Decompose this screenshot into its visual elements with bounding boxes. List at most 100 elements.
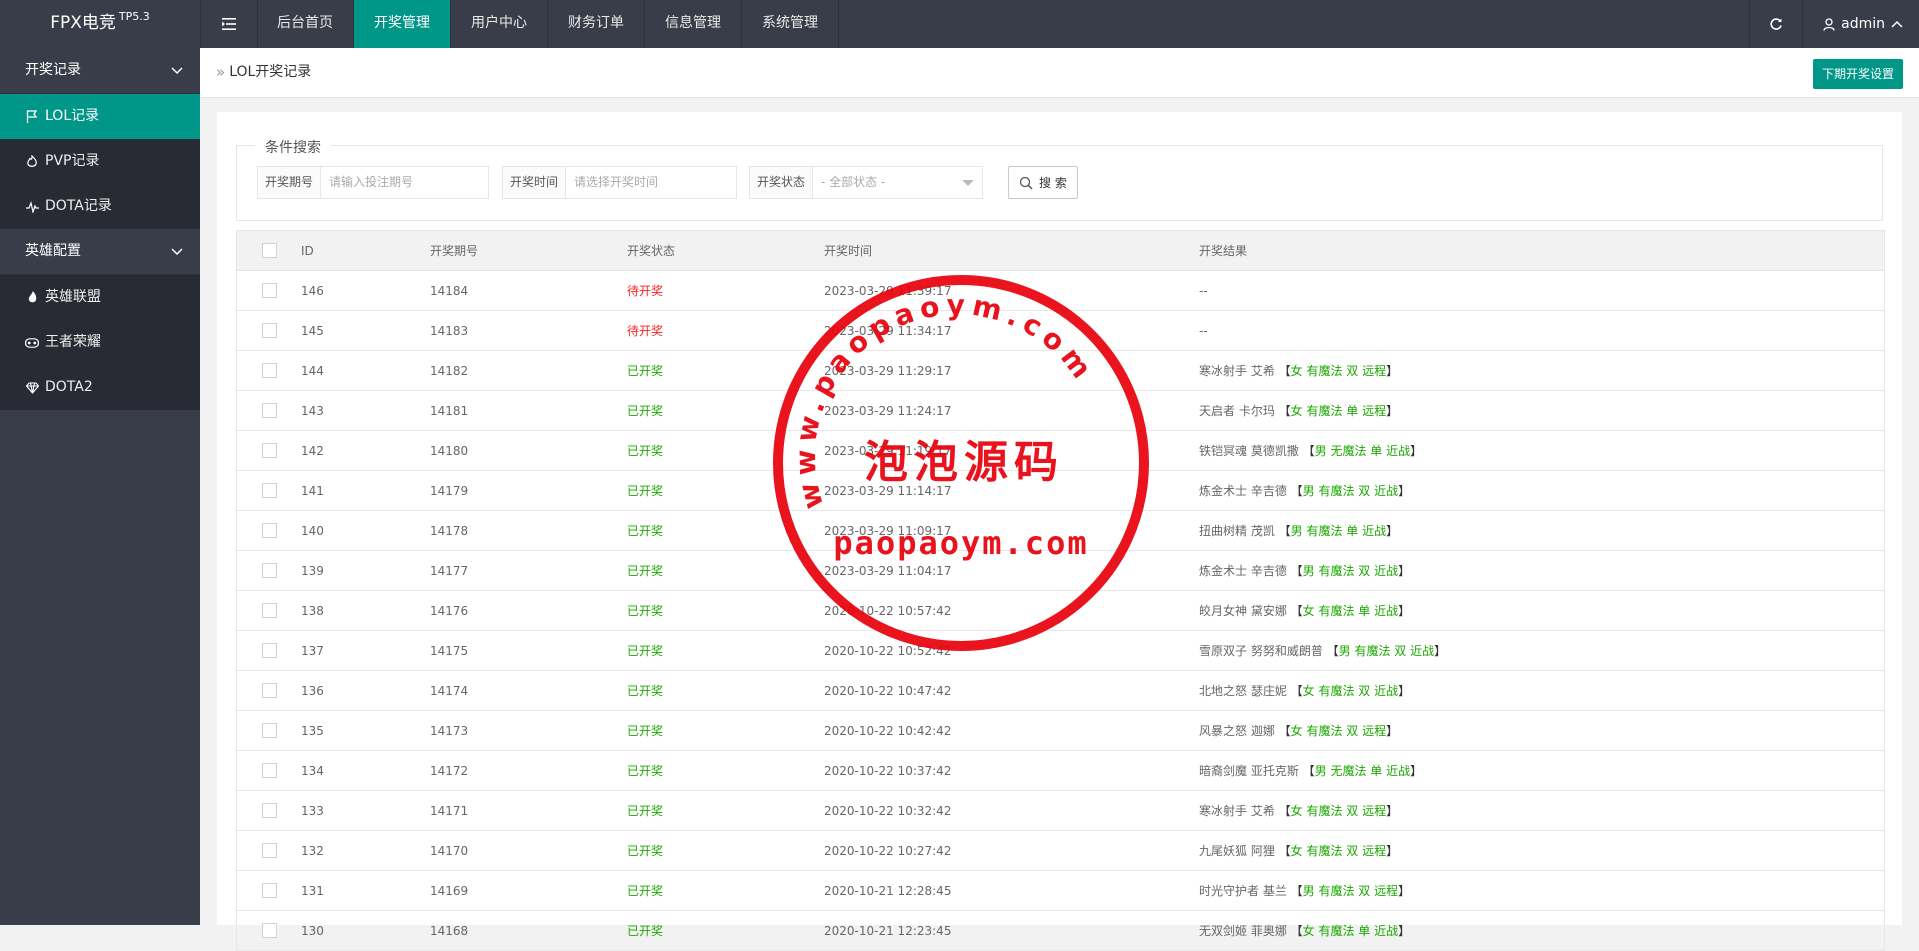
nav-home[interactable]: 后台首页 bbox=[257, 0, 354, 48]
table-row[interactable]: 140 14178 已开奖 2023-03-29 11:09:17 扭曲树精 茂凯 【男… bbox=[237, 511, 1884, 551]
table-row[interactable]: 135 14173 已开奖 2020-10-22 10:42:42 风暴之怒 迦娜 【女… bbox=[237, 711, 1884, 751]
row-checkbox[interactable] bbox=[261, 563, 277, 578]
row-checkbox[interactable] bbox=[261, 603, 277, 618]
cell-issue: 14174 bbox=[430, 683, 469, 698]
cell-id: 143 bbox=[301, 403, 324, 418]
cell-time: 2023-03-29 11:19:17 bbox=[824, 443, 952, 458]
result-hero: 扭曲树精 茂凯 bbox=[1199, 524, 1275, 538]
row-checkbox-cell bbox=[237, 603, 301, 618]
table-row[interactable]: 132 14170 已开奖 2020-10-22 10:27:42 九尾妖狐 阿狸 【女… bbox=[237, 831, 1884, 871]
sidebar-item-dota2[interactable]: DOTA2 bbox=[0, 365, 200, 410]
cell-issue: 14180 bbox=[430, 443, 469, 458]
cell-status: 已开奖 bbox=[627, 604, 664, 618]
row-checkbox-cell bbox=[237, 523, 301, 538]
table-row[interactable]: 144 14182 已开奖 2023-03-29 11:29:17 寒冰射手 艾希 【女… bbox=[237, 351, 1884, 391]
app-logo[interactable]: FPX电竞 TP5.3 bbox=[0, 0, 200, 48]
result-tag: 【男 有魔法 双 近战】 bbox=[1290, 484, 1411, 498]
sidebar-item-dota-records[interactable]: DOTA记录 bbox=[0, 184, 200, 229]
user-menu[interactable]: admin bbox=[1802, 0, 1919, 48]
table-row[interactable]: 130 14168 已开奖 2020-10-21 12:23:45 无双剑姬 菲奥娜 【… bbox=[237, 911, 1884, 951]
nav-info[interactable]: 信息管理 bbox=[645, 0, 742, 48]
row-checkbox[interactable] bbox=[261, 923, 277, 938]
search-button-label: 搜 索 bbox=[1039, 176, 1067, 190]
result-tag: 【男 无魔法 单 近战】 bbox=[1302, 444, 1423, 458]
row-checkbox[interactable] bbox=[261, 403, 277, 418]
row-checkbox[interactable] bbox=[261, 363, 277, 378]
cell-status: 已开奖 bbox=[627, 364, 664, 378]
breadcrumb-current[interactable]: LOL开奖记录 bbox=[229, 48, 311, 97]
cell-status: 已开奖 bbox=[627, 644, 664, 658]
sidebar-item-pvp-records[interactable]: PVP记录 bbox=[0, 139, 200, 184]
cell-time: 2020-10-22 10:27:42 bbox=[824, 843, 952, 858]
double-chevron-right-icon: » bbox=[216, 63, 226, 81]
table-row[interactable]: 143 14181 已开奖 2023-03-29 11:24:17 天启者 卡尔玛 【女… bbox=[237, 391, 1884, 431]
result-hero: 时光守护者 基兰 bbox=[1199, 884, 1287, 898]
cell-result: 炼金术士 辛吉德 【男 有魔法 双 近战】 bbox=[1199, 562, 1884, 579]
time-field: 开奖时间 bbox=[502, 166, 737, 199]
sidebar-group-hero-config[interactable]: 英雄配置 bbox=[0, 229, 200, 275]
result-tag-text: 女 有魔法 双 远程 bbox=[1290, 364, 1387, 378]
row-checkbox[interactable] bbox=[261, 883, 277, 898]
sidebar-group-lottery-records[interactable]: 开奖记录 bbox=[0, 48, 200, 94]
cell-result: 暗裔剑魔 亚托克斯 【男 无魔法 单 近战】 bbox=[1199, 762, 1884, 779]
table-row[interactable]: 134 14172 已开奖 2020-10-22 10:37:42 暗裔剑魔 亚托克斯 … bbox=[237, 751, 1884, 791]
search-button[interactable]: 搜 索 bbox=[1008, 166, 1078, 199]
row-checkbox[interactable] bbox=[261, 723, 277, 738]
time-input[interactable] bbox=[566, 167, 733, 196]
table-row[interactable]: 138 14176 已开奖 2020-10-22 10:57:42 皎月女神 黛安娜 【… bbox=[237, 591, 1884, 631]
menu-toggle-button[interactable] bbox=[200, 0, 258, 48]
row-checkbox[interactable] bbox=[261, 523, 277, 538]
table-row[interactable]: 141 14179 已开奖 2023-03-29 11:14:17 炼金术士 辛吉德 【… bbox=[237, 471, 1884, 511]
table-row[interactable]: 133 14171 已开奖 2020-10-22 10:32:42 寒冰射手 艾希 【女… bbox=[237, 791, 1884, 831]
result-hero: 暗裔剑魔 亚托克斯 bbox=[1199, 764, 1299, 778]
result-hero: 无双剑姬 菲奥娜 bbox=[1199, 924, 1287, 938]
breadcrumb-bar: » LOL开奖记录 下期开奖设置 bbox=[200, 48, 1919, 98]
result-tag: 【女 有魔法 双 远程】 bbox=[1278, 724, 1399, 738]
row-checkbox[interactable] bbox=[261, 443, 277, 458]
row-checkbox[interactable] bbox=[261, 643, 277, 658]
cell-result: 时光守护者 基兰 【男 有魔法 双 远程】 bbox=[1199, 882, 1884, 899]
row-checkbox-cell bbox=[237, 443, 301, 458]
row-checkbox[interactable] bbox=[261, 483, 277, 498]
nav-lottery[interactable]: 开奖管理 bbox=[354, 0, 451, 48]
cell-id: 144 bbox=[301, 363, 324, 378]
issue-input[interactable] bbox=[321, 167, 488, 196]
sidebar-item-lol-records[interactable]: LOL记录 bbox=[0, 94, 200, 139]
cell-time: 2023-03-29 11:29:17 bbox=[824, 363, 952, 378]
row-checkbox-cell bbox=[237, 643, 301, 658]
result-tag-text: 女 有魔法 双 远程 bbox=[1290, 804, 1387, 818]
refresh-button[interactable] bbox=[1749, 0, 1802, 48]
table-row[interactable]: 136 14174 已开奖 2020-10-22 10:47:42 北地之怒 瑟庄妮 【… bbox=[237, 671, 1884, 711]
row-checkbox[interactable] bbox=[261, 843, 277, 858]
select-all-checkbox[interactable] bbox=[261, 243, 277, 258]
table-row[interactable]: 137 14175 已开奖 2020-10-22 10:52:42 雪原双子 努努和威朗… bbox=[237, 631, 1884, 671]
sidebar-item-lol-heroes[interactable]: 英雄联盟 bbox=[0, 275, 200, 320]
next-draw-settings-button[interactable]: 下期开奖设置 bbox=[1812, 59, 1903, 89]
header-status: 开奖状态 bbox=[627, 244, 676, 258]
result-hero: 北地之怒 瑟庄妮 bbox=[1199, 684, 1287, 698]
row-checkbox[interactable] bbox=[261, 323, 277, 338]
caret-down-icon bbox=[962, 180, 974, 186]
sidebar-item-honor-of-kings[interactable]: 王者荣耀 bbox=[0, 320, 200, 365]
table-row[interactable]: 146 14184 待开奖 2023-03-29 11:39:17 -- bbox=[237, 271, 1884, 311]
table-row[interactable]: 142 14180 已开奖 2023-03-29 11:19:17 铁铠冥魂 莫德凯撒 … bbox=[237, 431, 1884, 471]
cell-id: 141 bbox=[301, 483, 324, 498]
cell-status: 已开奖 bbox=[627, 844, 664, 858]
table-row[interactable]: 131 14169 已开奖 2020-10-21 12:28:45 时光守护者 基兰 【… bbox=[237, 871, 1884, 911]
result-tag: 【女 有魔法 双 远程】 bbox=[1278, 804, 1399, 818]
status-select[interactable]: - 全部状态 - bbox=[813, 167, 982, 198]
search-panel: 条件搜索 开奖期号 开奖时间 开奖状态 - 全部状态 - 搜 索 bbox=[236, 137, 1883, 221]
row-checkbox[interactable] bbox=[261, 283, 277, 298]
records-table: ID 开奖期号 开奖状态 开奖时间 开奖结果 146 14184 待开奖 2023-0… bbox=[236, 230, 1885, 951]
row-checkbox[interactable] bbox=[261, 683, 277, 698]
row-checkbox[interactable] bbox=[261, 763, 277, 778]
table-row[interactable]: 139 14177 已开奖 2023-03-29 11:04:17 炼金术士 辛吉德 【… bbox=[237, 551, 1884, 591]
nav-finance[interactable]: 财务订单 bbox=[548, 0, 645, 48]
chevron-up-icon bbox=[1891, 20, 1903, 28]
table-row[interactable]: 145 14183 待开奖 2023-03-29 11:34:17 -- bbox=[237, 311, 1884, 351]
cell-id: 135 bbox=[301, 723, 324, 738]
cell-result: 寒冰射手 艾希 【女 有魔法 双 远程】 bbox=[1199, 362, 1884, 379]
nav-users[interactable]: 用户中心 bbox=[451, 0, 548, 48]
row-checkbox[interactable] bbox=[261, 803, 277, 818]
nav-system[interactable]: 系统管理 bbox=[742, 0, 839, 48]
